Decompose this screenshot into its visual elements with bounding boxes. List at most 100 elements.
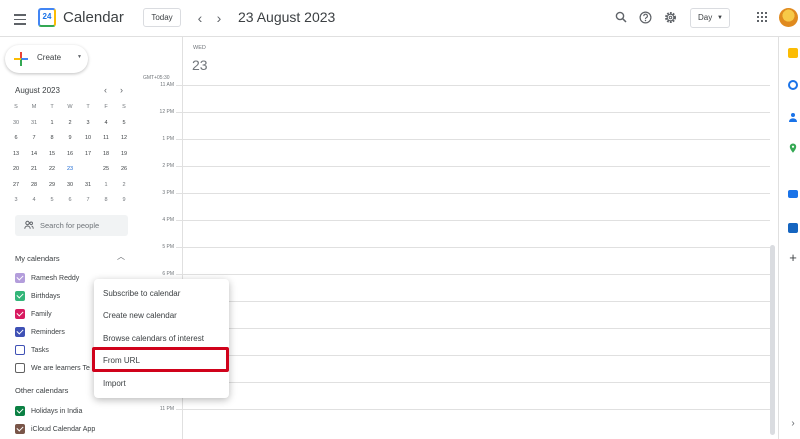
next-day-button[interactable]: › — [212, 9, 226, 27]
expand-panel-icon[interactable]: › — [788, 419, 798, 429]
add-addon-icon[interactable]: + — [788, 251, 798, 264]
mini-calendar-day[interactable]: 5 — [115, 117, 133, 130]
mini-calendar-day[interactable]: 13 — [7, 148, 25, 161]
chevron-up-icon[interactable]: ︿ — [117, 251, 125, 262]
calendar-checkbox[interactable] — [15, 345, 25, 355]
calendar-checkbox[interactable] — [15, 327, 25, 337]
mini-calendar-day[interactable]: 25 — [97, 163, 115, 176]
mini-calendar-day[interactable]: 3 — [7, 194, 25, 207]
mini-calendar-day[interactable]: 29 — [43, 179, 61, 192]
maps-icon[interactable] — [788, 140, 798, 153]
mini-calendar-day[interactable]: 21 — [25, 163, 43, 176]
mini-calendar-day[interactable]: 31 — [25, 117, 43, 130]
day-number[interactable]: 23 — [192, 57, 208, 73]
mini-calendar-day[interactable]: 1 — [43, 117, 61, 130]
mini-calendar-day[interactable]: 24 — [79, 162, 97, 177]
hour-gridline — [176, 85, 770, 86]
calendar-checkbox[interactable] — [15, 406, 25, 416]
mini-calendar-day[interactable]: 11 — [97, 132, 115, 145]
menu-item-subscribe-to-calendar[interactable]: Subscribe to calendar — [103, 289, 180, 298]
help-icon[interactable] — [638, 10, 652, 24]
menu-item-browse-calendars-of-interest[interactable]: Browse calendars of interest — [103, 334, 204, 343]
mini-calendar-day[interactable]: 16 — [61, 148, 79, 161]
zoom-addon-icon[interactable] — [788, 190, 798, 198]
time-label: 12 PM — [159, 109, 174, 115]
mini-calendar-day[interactable]: 4 — [25, 194, 43, 207]
calendar-list-item[interactable]: We are learners Te — [15, 362, 90, 374]
mini-calendar-day[interactable]: 14 — [25, 148, 43, 161]
tasks-icon[interactable] — [788, 80, 798, 90]
day-grid[interactable] — [182, 37, 772, 439]
mini-calendar-day[interactable]: 8 — [43, 132, 61, 145]
mini-calendar-day[interactable]: 5 — [43, 194, 61, 207]
hour-gridline — [176, 274, 770, 275]
calendar-checkbox[interactable] — [15, 424, 25, 434]
mini-calendar-day[interactable]: 8 — [97, 194, 115, 207]
mini-calendar-day[interactable]: 9 — [115, 194, 133, 207]
mini-calendar-day[interactable]: 22 — [43, 163, 61, 176]
mini-calendar-day[interactable]: 6 — [7, 132, 25, 145]
vertical-scrollbar[interactable] — [770, 245, 775, 435]
meet-addon-icon[interactable] — [788, 223, 798, 233]
mini-calendar-day[interactable]: 19 — [115, 148, 133, 161]
app-title[interactable]: Calendar — [63, 9, 124, 26]
mini-calendar-month-label: August 2023 — [15, 86, 60, 95]
time-label: 2 PM — [162, 163, 174, 169]
hour-gridline — [176, 247, 770, 248]
menu-item-create-new-calendar[interactable]: Create new calendar — [103, 311, 177, 320]
menu-item-import[interactable]: Import — [103, 379, 126, 388]
mini-calendar-day[interactable]: 20 — [7, 163, 25, 176]
view-switcher-dropdown[interactable]: Day ▼ — [690, 8, 730, 28]
people-icon — [24, 220, 34, 229]
calendar-list-item[interactable]: Tasks — [15, 344, 49, 356]
mini-calendar-day[interactable]: 30 — [61, 179, 79, 192]
mini-calendar-day[interactable]: 3 — [79, 117, 97, 130]
mini-calendar-day[interactable]: 18 — [97, 148, 115, 161]
previous-day-button[interactable]: ‹ — [193, 9, 207, 27]
calendar-checkbox[interactable] — [15, 363, 25, 373]
calendar-list-item[interactable]: iCloud Calendar App — [15, 423, 95, 435]
mini-calendar-day[interactable]: 9 — [61, 132, 79, 145]
mini-calendar-day[interactable]: 10 — [79, 132, 97, 145]
calendar-list-item[interactable]: Reminders — [15, 326, 65, 338]
mini-calendar-day[interactable]: 6 — [61, 194, 79, 207]
mini-calendar-day[interactable]: 23 — [61, 162, 79, 177]
hour-gridline — [176, 382, 770, 383]
calendar-checkbox[interactable] — [15, 273, 25, 283]
mini-calendar-day[interactable]: 7 — [25, 132, 43, 145]
mini-calendar-day[interactable]: 7 — [79, 194, 97, 207]
mini-calendar-day[interactable]: 27 — [7, 179, 25, 192]
mini-calendar-day[interactable]: 15 — [43, 148, 61, 161]
calendar-list-item[interactable]: Holidays in India — [15, 405, 82, 417]
calendar-list-item[interactable]: Birthdays — [15, 290, 60, 302]
calendar-checkbox[interactable] — [15, 309, 25, 319]
mini-calendar-day[interactable]: 28 — [25, 179, 43, 192]
apps-grid-icon[interactable] — [757, 12, 767, 22]
search-people-input[interactable]: Search for people — [15, 215, 128, 236]
calendar-checkbox[interactable] — [15, 291, 25, 301]
mini-calendar-day[interactable]: 30 — [7, 117, 25, 130]
mini-calendar-day[interactable]: 17 — [79, 148, 97, 161]
account-avatar[interactable] — [779, 8, 798, 27]
today-button[interactable]: Today — [143, 8, 181, 27]
contacts-icon[interactable] — [788, 109, 798, 122]
mini-calendar-day[interactable]: 31 — [79, 179, 97, 192]
other-calendars-heading[interactable]: Other calendars — [15, 386, 68, 395]
mini-calendar-next-icon[interactable]: › — [120, 85, 123, 95]
timezone-label: GMT+05:30 — [143, 75, 170, 81]
my-calendars-heading[interactable]: My calendars — [15, 254, 60, 263]
hour-gridline — [176, 166, 770, 167]
hamburger-menu-icon[interactable] — [10, 9, 30, 29]
mini-calendar-day[interactable]: 1 — [97, 179, 115, 192]
keep-icon[interactable] — [788, 48, 798, 58]
weekday-label: WED — [193, 45, 206, 51]
mini-calendar-day[interactable]: 4 — [97, 117, 115, 130]
calendar-name: iCloud Calendar App — [31, 425, 96, 433]
calendar-list-item[interactable]: Family — [15, 308, 52, 320]
calendar-list-item[interactable]: Ramesh Reddy — [15, 272, 79, 284]
mini-calendar-day[interactable]: 2 — [61, 117, 79, 130]
mini-calendar-prev-icon[interactable]: ‹ — [104, 85, 107, 95]
settings-gear-icon[interactable] — [663, 10, 677, 24]
create-button[interactable]: Create ▼ — [5, 45, 88, 73]
search-icon[interactable] — [614, 10, 628, 24]
